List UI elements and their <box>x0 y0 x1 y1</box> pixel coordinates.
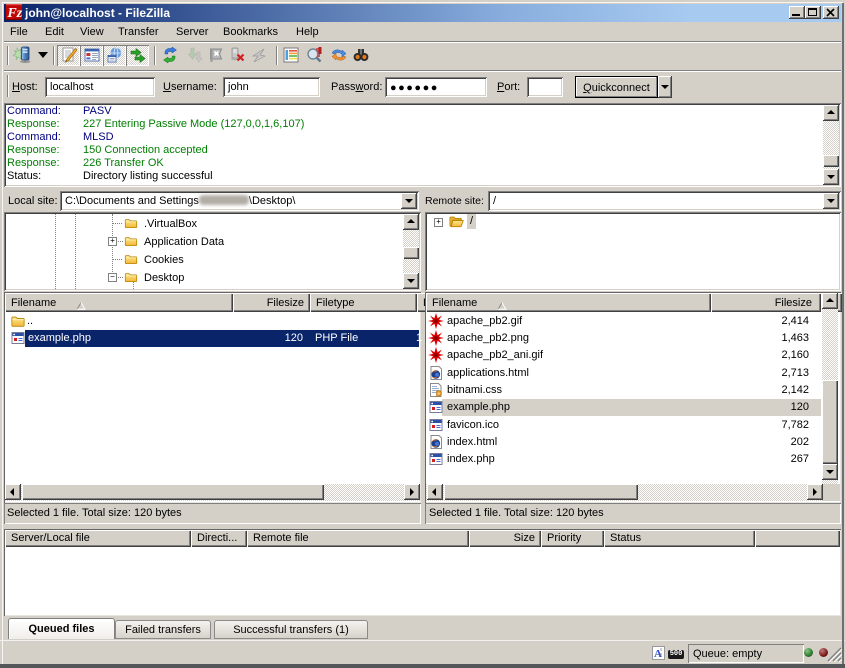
svg-text:Fz: Fz <box>6 6 22 20</box>
